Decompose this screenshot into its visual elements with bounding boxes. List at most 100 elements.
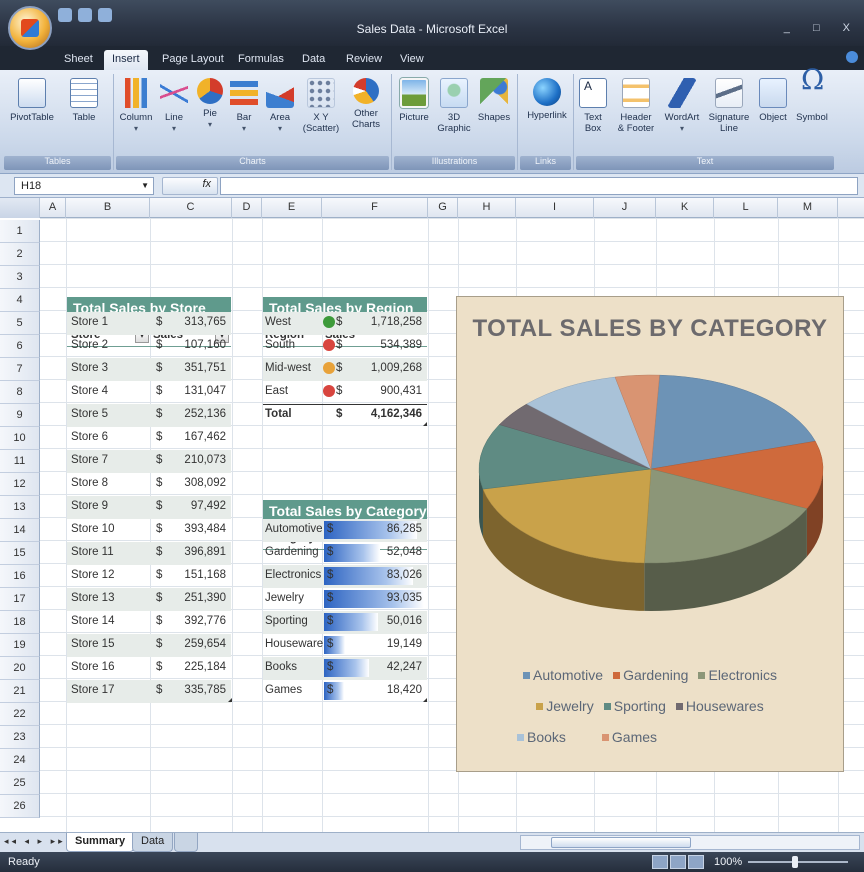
row-header[interactable]: 8	[0, 381, 40, 404]
chevron-down-icon[interactable]: ▼	[141, 181, 149, 190]
column-header-l[interactable]: L	[714, 198, 778, 218]
row-header[interactable]: 16	[0, 565, 40, 588]
scatter-chart-button[interactable]: X Y (Scatter)	[298, 78, 344, 134]
zoom-slider-thumb[interactable]	[792, 856, 798, 868]
row-header[interactable]: 19	[0, 634, 40, 657]
column-header-f[interactable]: F	[322, 198, 428, 218]
table-resize-handle[interactable]	[423, 698, 427, 702]
other-charts-button[interactable]: Other Charts	[346, 78, 386, 130]
bar-chart-button[interactable]: Bar ▾	[224, 78, 264, 134]
save-icon[interactable]	[58, 8, 72, 22]
tab-data[interactable]: Data	[294, 50, 333, 70]
column-header-h[interactable]: H	[458, 198, 516, 218]
grid-line	[232, 218, 233, 832]
office-button[interactable]	[8, 6, 52, 50]
column-header-j[interactable]: J	[594, 198, 656, 218]
row-header[interactable]: 7	[0, 358, 40, 381]
sheet-tab-summary[interactable]: Summary	[66, 833, 135, 852]
window-controls[interactable]: _ □ X	[784, 22, 860, 34]
symbol-button[interactable]: Symbol	[792, 74, 832, 123]
insert-function-button[interactable]: fx	[162, 177, 218, 195]
hyperlink-button[interactable]: Hyperlink	[524, 78, 570, 121]
tab-sheet[interactable]: Sheet	[56, 50, 101, 70]
normal-view-icon[interactable]	[652, 855, 668, 869]
column-header-c[interactable]: C	[150, 198, 232, 218]
insert-sheet-tab[interactable]	[174, 833, 198, 852]
row-header[interactable]: 23	[0, 726, 40, 749]
column-header-m[interactable]: M	[778, 198, 838, 218]
row-header[interactable]: 3	[0, 266, 40, 289]
status-indicator-icon	[323, 362, 335, 374]
table-resize-handle[interactable]	[423, 422, 427, 426]
table-button[interactable]: Table	[64, 78, 104, 123]
row-header[interactable]: 10	[0, 427, 40, 450]
undo-icon[interactable]	[78, 8, 92, 22]
row-header[interactable]: 21	[0, 680, 40, 703]
column-header-d[interactable]: D	[232, 198, 262, 218]
column-header-g[interactable]: G	[428, 198, 458, 218]
column-chart-button[interactable]: Column ▾	[116, 78, 156, 134]
row-header[interactable]: 13	[0, 496, 40, 519]
formula-input[interactable]	[220, 177, 858, 195]
sheet-tab-data[interactable]: Data	[132, 833, 174, 852]
row-header[interactable]: 5	[0, 312, 40, 335]
shapes-button[interactable]: Shapes	[474, 78, 514, 123]
row-header[interactable]: 26	[0, 795, 40, 818]
picture-button[interactable]: Picture	[394, 78, 434, 123]
area-chart-button[interactable]: Area ▾	[260, 78, 300, 134]
pivottable-button[interactable]: PivotTable	[6, 78, 58, 123]
column-header-e[interactable]: E	[262, 198, 322, 218]
pie-chart[interactable]: TOTAL SALES BY CATEGORY Automotive Garden…	[456, 296, 844, 772]
column-header-k[interactable]: K	[656, 198, 714, 218]
column-header-b[interactable]: B	[66, 198, 150, 218]
legend-row: Books Games	[457, 729, 843, 745]
row-header[interactable]: 18	[0, 611, 40, 634]
tab-formulas[interactable]: Formulas	[230, 50, 292, 70]
store-sales-cell: 396,891	[184, 546, 226, 558]
tab-review[interactable]: Review	[338, 50, 390, 70]
row-header[interactable]: 12	[0, 473, 40, 496]
status-indicator-icon	[323, 316, 335, 328]
sheet-nav-arrows[interactable]: ◂◂ ◂ ▸ ▸▸	[4, 836, 66, 847]
row-header[interactable]: 11	[0, 450, 40, 473]
row-header[interactable]: 17	[0, 588, 40, 611]
text-box-button[interactable]: Text Box	[576, 78, 610, 134]
row-header[interactable]: 2	[0, 243, 40, 266]
object-button[interactable]: Object	[754, 78, 792, 123]
row-header[interactable]: 25	[0, 772, 40, 795]
column-header-i[interactable]: I	[516, 198, 594, 218]
page-layout-view-icon[interactable]	[670, 855, 686, 869]
row-header[interactable]: 1	[0, 220, 40, 243]
page-break-view-icon[interactable]	[688, 855, 704, 869]
horizontal-scrollbar[interactable]	[520, 835, 860, 850]
row-header[interactable]: 22	[0, 703, 40, 726]
header-footer-button[interactable]: Header & Footer	[612, 78, 660, 134]
chevron-down-icon: ▾	[679, 124, 684, 133]
row-header[interactable]: 6	[0, 335, 40, 358]
graphic-button[interactable]: 3D Graphic	[434, 78, 474, 134]
signature-line-button[interactable]: Signature Line	[706, 78, 752, 134]
row-header[interactable]: 14	[0, 519, 40, 542]
wordart-button[interactable]: WordArt ▾	[660, 78, 704, 134]
row-header[interactable]: 24	[0, 749, 40, 772]
redo-icon[interactable]	[98, 8, 112, 22]
row-header[interactable]: 9	[0, 404, 40, 427]
help-icon[interactable]	[846, 51, 858, 63]
row-header[interactable]: 20	[0, 657, 40, 680]
textbox-label-1: Text	[584, 112, 602, 123]
table-resize-handle[interactable]	[228, 698, 232, 702]
tab-page-layout[interactable]: Page Layout	[154, 50, 232, 70]
tab-insert[interactable]: Insert	[104, 50, 148, 70]
title-bar: Sales Data - Microsoft Excel _ □ X	[0, 0, 864, 50]
row-header[interactable]: 4	[0, 289, 40, 312]
zoom-level[interactable]: 100%	[714, 856, 742, 868]
name-box[interactable]: H18 ▼	[14, 177, 154, 195]
zoom-slider[interactable]	[748, 856, 848, 868]
select-all-button[interactable]	[0, 198, 40, 218]
line-chart-button[interactable]: Line ▾	[154, 78, 194, 134]
column-header-a[interactable]: A	[40, 198, 66, 218]
scrollbar-thumb[interactable]	[551, 837, 691, 848]
chevron-down-icon: ▾	[133, 124, 138, 133]
row-header[interactable]: 15	[0, 542, 40, 565]
tab-view[interactable]: View	[392, 50, 432, 70]
